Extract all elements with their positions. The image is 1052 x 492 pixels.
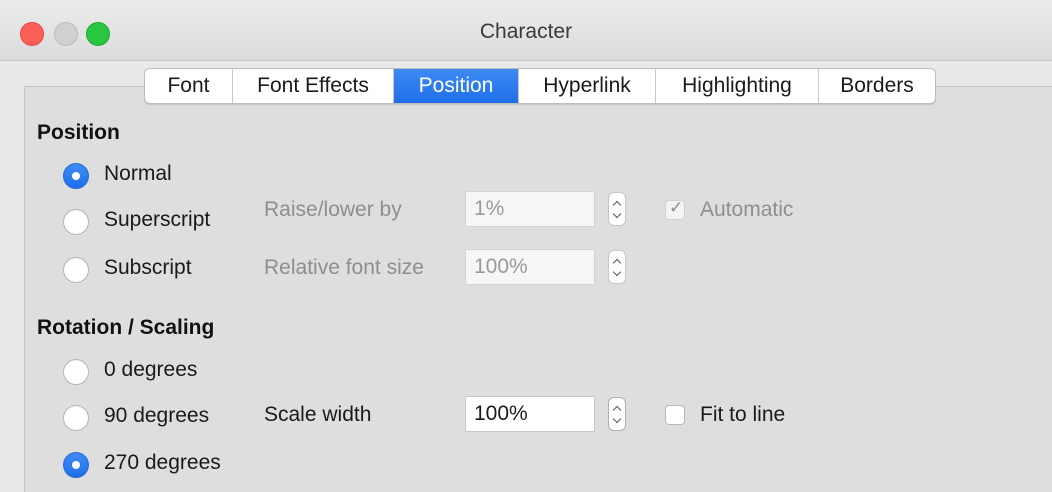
zero-degrees-label: 0 degrees xyxy=(104,358,198,381)
rotation-scaling-heading: Rotation / Scaling xyxy=(37,316,215,339)
tab-hyperlink[interactable]: Hyperlink xyxy=(519,69,656,103)
two-seventy-degrees-radio[interactable] xyxy=(63,452,89,478)
tab-bar: Font Font Effects Position Hyperlink Hig… xyxy=(144,68,936,104)
raise-lower-stepper[interactable] xyxy=(608,192,626,226)
tab-font-effects[interactable]: Font Effects xyxy=(233,69,394,103)
window-title: Character xyxy=(479,20,573,43)
automatic-label: Automatic xyxy=(700,198,794,221)
checkmark-icon: ✓ xyxy=(669,198,684,217)
scale-width-stepper[interactable] xyxy=(608,397,626,431)
fit-to-line-checkbox[interactable] xyxy=(665,405,685,425)
position-heading: Position xyxy=(37,121,120,144)
character-dialog: Character Font Font Effects Position Hyp… xyxy=(0,0,1052,492)
ninety-degrees-label: 90 degrees xyxy=(104,404,210,427)
scale-width-label: Scale width xyxy=(264,403,372,426)
superscript-radio[interactable] xyxy=(63,209,89,235)
tab-font[interactable]: Font xyxy=(145,69,233,103)
raise-lower-label: Raise/lower by xyxy=(264,198,402,221)
relative-font-size-input[interactable]: 100% xyxy=(465,249,595,285)
fit-to-line-label: Fit to line xyxy=(700,403,786,426)
title-bar: Character xyxy=(0,0,1052,61)
zero-degrees-radio[interactable] xyxy=(63,359,89,385)
scale-width-input[interactable]: 100% xyxy=(465,396,595,432)
normal-radio[interactable] xyxy=(63,163,89,189)
ninety-degrees-radio[interactable] xyxy=(63,405,89,431)
subscript-label: Subscript xyxy=(104,256,192,279)
superscript-label: Superscript xyxy=(104,208,211,231)
tab-position[interactable]: Position xyxy=(394,69,519,103)
automatic-checkbox[interactable]: ✓ xyxy=(665,198,685,220)
relative-font-size-label: Relative font size xyxy=(264,256,424,279)
normal-label: Normal xyxy=(104,162,172,185)
two-seventy-degrees-label: 270 degrees xyxy=(104,451,221,474)
subscript-radio[interactable] xyxy=(63,257,89,283)
tab-borders[interactable]: Borders xyxy=(819,69,935,103)
raise-lower-input[interactable]: 1% xyxy=(465,191,595,227)
relative-font-size-stepper[interactable] xyxy=(608,250,626,284)
tab-highlighting[interactable]: Highlighting xyxy=(656,69,819,103)
